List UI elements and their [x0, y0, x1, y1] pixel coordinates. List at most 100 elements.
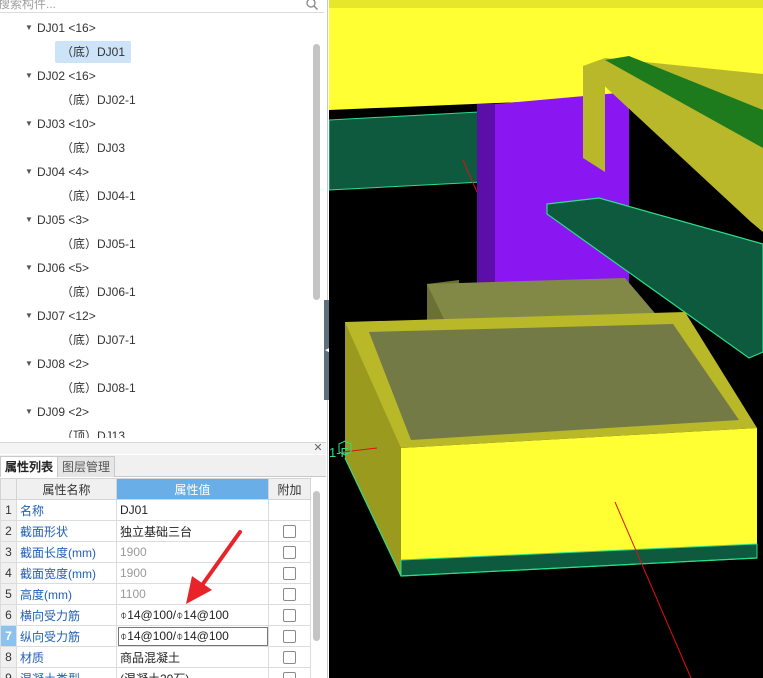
panel-splitter[interactable] [0, 442, 326, 454]
base-footing-front [401, 428, 757, 560]
value-column-header[interactable]: 属性值 [116, 478, 269, 500]
row-index: 5 [0, 583, 17, 605]
table-header-row: 属性名称 属性值 附加 [0, 478, 311, 500]
tree-group-dj09[interactable]: ▼ DJ09 <2> [25, 401, 89, 423]
component-panel: ▼DJ01 <16> （底）DJ01 ▼DJ02 <16> （底）DJ02-1 … [0, 0, 328, 678]
caret-down-icon[interactable]: ▼ [25, 209, 37, 231]
table-row[interactable]: 3 截面长度(mm) 1900 [0, 541, 311, 563]
search-icon[interactable] [305, 0, 319, 11]
index-header [0, 478, 17, 500]
property-name: 混凝土类型 [16, 667, 117, 678]
caret-down-icon[interactable]: ▼ [25, 113, 37, 135]
tab-properties[interactable]: 属性列表 [0, 456, 59, 477]
row-index: 4 [0, 562, 17, 584]
table-row[interactable]: 4 截面宽度(mm) 1900 [0, 562, 311, 584]
caret-down-icon[interactable]: ▼ [25, 353, 37, 375]
row-index: 7 [0, 625, 17, 647]
extra-column-header[interactable]: 附加 [268, 478, 311, 500]
table-row[interactable]: 7 纵向受力筋 ⌽14@100/⌽14@100 [0, 625, 311, 647]
row-index: 8 [0, 646, 17, 668]
attach-cell [268, 562, 311, 584]
attach-cell [268, 520, 311, 542]
tree-group-dj06[interactable]: ▼ DJ06 <5> [25, 257, 89, 279]
caret-down-icon[interactable]: ▼ [25, 17, 37, 39]
property-name: 截面宽度(mm) [16, 562, 117, 584]
tree-item-dj02-1[interactable]: （底）DJ02-1 [55, 89, 142, 111]
table-row[interactable]: 9 混凝土类型 (混凝土20石) [0, 667, 311, 678]
attach-checkbox[interactable] [283, 525, 296, 539]
property-name: 材质 [16, 646, 117, 668]
caret-down-icon[interactable]: ▼ [25, 161, 37, 183]
upper-footing-face [329, 0, 763, 8]
property-scrollbar-thumb[interactable] [313, 491, 320, 641]
attach-checkbox[interactable] [283, 609, 296, 623]
property-value-editor[interactable]: ⌽14@100/⌽14@100 [116, 625, 269, 647]
close-icon[interactable]: ✕ [312, 442, 324, 454]
base-footing-inner [369, 324, 739, 440]
3d-viewport[interactable]: 1-F [329, 0, 763, 678]
property-name: 名称 [16, 499, 117, 521]
attach-cell [268, 625, 311, 647]
attach-cell [268, 583, 311, 605]
caret-down-icon[interactable]: ▼ [25, 401, 37, 423]
table-row[interactable]: 2 截面形状 独立基础三台 [0, 520, 311, 542]
tree-item-dj08-1[interactable]: （底）DJ08-1 [55, 377, 142, 399]
row-index: 6 [0, 604, 17, 626]
row-index: 3 [0, 541, 17, 563]
attach-checkbox[interactable] [283, 588, 296, 602]
table-row[interactable]: 5 高度(mm) 1100 [0, 583, 311, 605]
property-table: 属性名称 属性值 附加 1 名称 DJ01 2 截面形状 独立基础三台 3 截面… [0, 478, 311, 678]
property-name: 横向受力筋 [16, 604, 117, 626]
attach-cell [268, 667, 311, 678]
tab-bar: 属性列表 图层管理 [0, 455, 326, 477]
attach-checkbox[interactable] [283, 567, 296, 581]
caret-down-icon[interactable]: ▼ [25, 305, 37, 327]
tree-item-dj06-1[interactable]: （底）DJ06-1 [55, 281, 142, 303]
tree-item-dj07-1[interactable]: （底）DJ07-1 [55, 329, 142, 351]
attach-checkbox[interactable] [283, 672, 296, 678]
attach-checkbox[interactable] [283, 546, 296, 560]
property-name: 截面长度(mm) [16, 541, 117, 563]
property-name: 截面形状 [16, 520, 117, 542]
attach-cell [268, 646, 311, 668]
table-row[interactable]: 1 名称 DJ01 [0, 499, 311, 521]
axis-label: 1-F [329, 445, 349, 460]
tree-item-dj04-1[interactable]: （底）DJ04-1 [55, 185, 142, 207]
table-row[interactable]: 6 横向受力筋 ⌽14@100/⌽14@100 [0, 604, 311, 626]
attach-cell [268, 499, 311, 521]
attach-checkbox[interactable] [283, 630, 296, 644]
property-value[interactable]: DJ01 [116, 499, 269, 521]
tree-group-dj04[interactable]: ▼ DJ04 <4> [25, 161, 89, 183]
tree-group-dj03[interactable]: ▼ DJ03 <10> [25, 113, 96, 135]
tree-group-dj01[interactable]: ▼ DJ01 <16> [25, 17, 96, 39]
search-bar [0, 0, 324, 13]
tree-group-dj08[interactable]: ▼ DJ08 <2> [25, 353, 89, 375]
red-arrow-annotation [186, 530, 242, 604]
tree-group-dj05[interactable]: ▼ DJ05 <3> [25, 209, 89, 231]
attach-cell [268, 541, 311, 563]
property-name: 高度(mm) [16, 583, 117, 605]
row-index: 9 [0, 667, 17, 678]
tree-item-dj05-1[interactable]: （底）DJ05-1 [55, 233, 142, 255]
tree-group-dj07[interactable]: ▼ DJ07 <12> [25, 305, 96, 327]
tree-group-dj02[interactable]: ▼ DJ02 <16> [25, 65, 96, 87]
property-value[interactable]: 商品混凝土 [116, 646, 269, 668]
tree-item-dj13[interactable]: （顶）DJ13 [55, 425, 131, 438]
caret-down-icon[interactable]: ▼ [25, 65, 37, 87]
property-name: 纵向受力筋 [16, 625, 117, 647]
attach-cell [268, 604, 311, 626]
name-column-header[interactable]: 属性名称 [16, 478, 117, 500]
row-index: 1 [0, 499, 17, 521]
row-index: 2 [0, 520, 17, 542]
tree-scrollbar-thumb[interactable] [313, 44, 320, 300]
foundation-3d-model [329, 0, 763, 678]
attach-checkbox[interactable] [283, 651, 296, 665]
tree-item-dj03[interactable]: （底）DJ03 [55, 137, 131, 159]
property-value[interactable]: (混凝土20石) [116, 667, 269, 678]
search-input[interactable] [0, 0, 298, 12]
caret-down-icon[interactable]: ▼ [25, 257, 37, 279]
tree-item-dj01[interactable]: （底）DJ01 [55, 41, 132, 63]
component-tree: ▼ DJ01 <16> （底）DJ01 ▼ DJ02 <16> （底）DJ02-1 … [0, 14, 320, 438]
tab-layers[interactable]: 图层管理 [57, 456, 116, 477]
table-row[interactable]: 8 材质 商品混凝土 [0, 646, 311, 668]
